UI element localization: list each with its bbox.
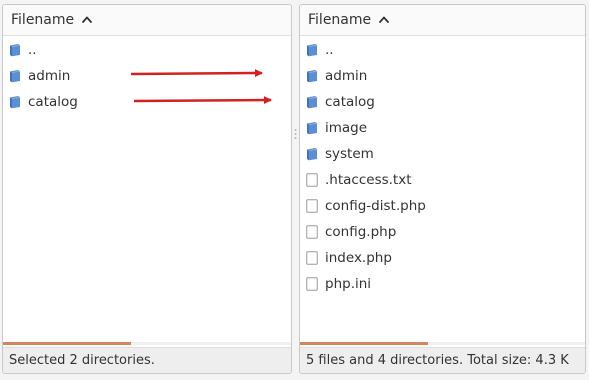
right-horizontal-scrollbar[interactable] — [300, 342, 585, 345]
folder-icon — [9, 69, 21, 83]
folder-icon — [306, 121, 318, 135]
left-horizontal-scrollbar[interactable] — [3, 342, 291, 345]
file-name-label: php.ini — [325, 276, 372, 292]
file-name-label: system — [325, 146, 374, 162]
directory-row[interactable]: catalog — [300, 89, 585, 115]
folder-icon — [306, 95, 318, 109]
file-row[interactable]: .htaccess.txt — [300, 167, 585, 193]
directory-row[interactable]: system — [300, 141, 585, 167]
file-name-label: config-dist.php — [325, 198, 426, 214]
column-header-label: Filename — [308, 12, 372, 28]
directory-row[interactable]: .. — [300, 37, 585, 63]
scrollbar-thumb[interactable] — [300, 342, 428, 345]
file-name-label: .. — [28, 42, 37, 58]
folder-icon — [9, 43, 21, 57]
file-name-label: .. — [325, 42, 334, 58]
right-file-pane: Filename .. admin catalog image system .htacc… — [299, 4, 586, 374]
left-filename-column-header[interactable]: Filename — [3, 5, 291, 36]
file-row[interactable]: config-dist.php — [300, 193, 585, 219]
right-filename-column-header[interactable]: Filename — [300, 5, 585, 36]
dual-pane-file-manager: Filename .. admin catalog Selected 2 direc… — [0, 0, 589, 380]
file-row[interactable]: config.php — [300, 219, 585, 245]
file-icon — [306, 251, 318, 265]
file-name-label: catalog — [28, 94, 78, 110]
directory-row[interactable]: admin — [3, 63, 291, 89]
file-name-label: catalog — [325, 94, 375, 110]
file-row[interactable]: php.ini — [300, 271, 585, 297]
left-file-pane: Filename .. admin catalog Selected 2 direc… — [2, 4, 292, 374]
scrollbar-thumb[interactable] — [3, 342, 131, 345]
directory-row[interactable]: image — [300, 115, 585, 141]
file-name-label: config.php — [325, 224, 397, 240]
file-name-label: admin — [325, 68, 368, 84]
file-icon — [306, 277, 318, 291]
folder-icon — [9, 95, 21, 109]
file-name-label: .htaccess.txt — [325, 172, 412, 188]
directory-row[interactable]: catalog — [3, 89, 291, 115]
file-name-label: image — [325, 120, 368, 136]
file-icon — [306, 199, 318, 213]
left-status-bar: Selected 2 directories. — [3, 347, 291, 373]
file-row[interactable]: index.php — [300, 245, 585, 271]
folder-icon — [306, 69, 318, 83]
folder-icon — [306, 147, 318, 161]
column-header-label: Filename — [11, 12, 75, 28]
directory-row[interactable]: .. — [3, 37, 291, 63]
file-icon — [306, 173, 318, 187]
file-name-label: admin — [28, 68, 71, 84]
file-icon — [306, 225, 318, 239]
right-status-bar: 5 files and 4 directories. Total size: 4… — [300, 347, 585, 373]
pane-splitter[interactable] — [293, 128, 298, 140]
file-name-label: index.php — [325, 250, 392, 266]
right-file-list: .. admin catalog image system .htaccess.txt co… — [300, 37, 585, 297]
chevron-up-icon — [378, 14, 390, 26]
folder-icon — [306, 43, 318, 57]
left-file-list: .. admin catalog — [3, 37, 291, 115]
directory-row[interactable]: admin — [300, 63, 585, 89]
chevron-up-icon — [81, 14, 93, 26]
